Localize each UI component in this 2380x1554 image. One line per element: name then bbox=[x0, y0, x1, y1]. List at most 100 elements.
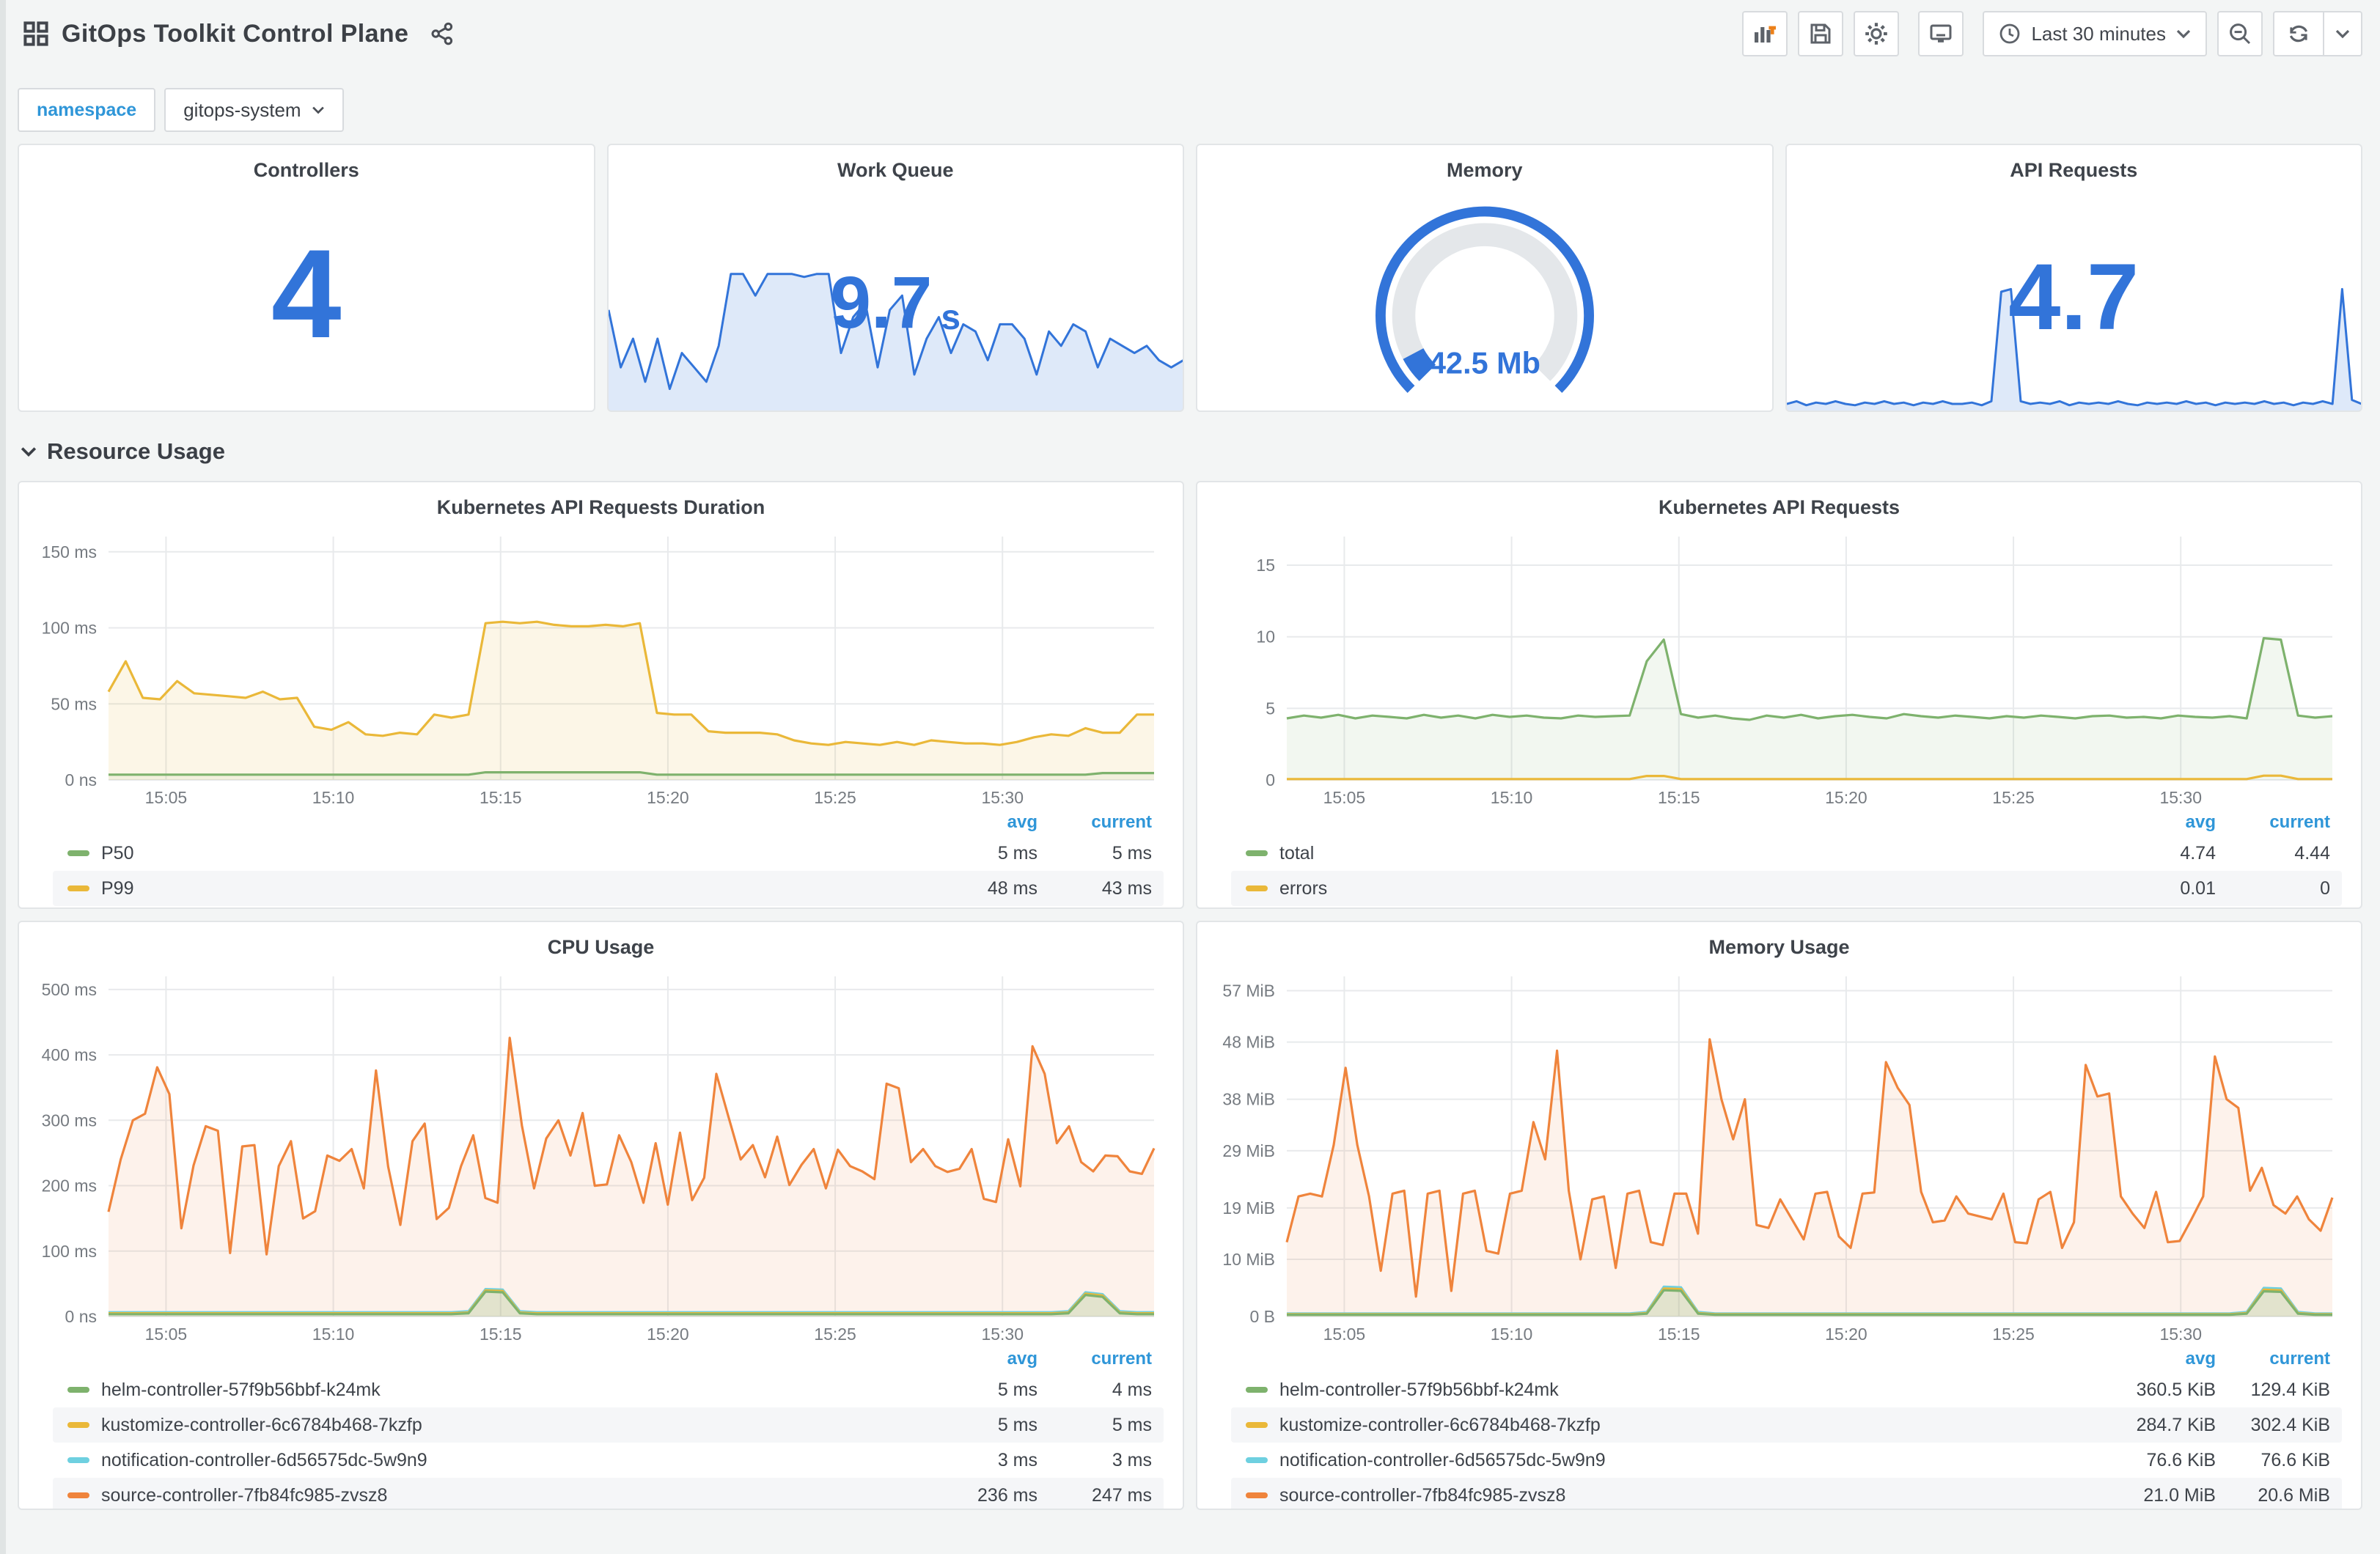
panel-title[interactable]: API Requests bbox=[1787, 145, 2362, 185]
k8s-api-requests-chart[interactable]: 15 10 5 0 15:05 15:10 15:15 15:20 15:25 15:30 bbox=[1216, 522, 2342, 809]
svg-text:15: 15 bbox=[1256, 556, 1275, 575]
section-title: Resource Usage bbox=[47, 438, 225, 464]
share-icon[interactable] bbox=[430, 22, 454, 45]
panel-title[interactable]: Work Queue bbox=[609, 145, 1183, 185]
series-current-value: 4.44 bbox=[2294, 842, 2330, 863]
legend-row: P50 5 ms 5 ms bbox=[53, 836, 1164, 871]
window-edge bbox=[0, 0, 6, 1554]
legend-sort-avg[interactable]: avg bbox=[2090, 812, 2216, 833]
series-toggle[interactable]: kustomize-controller-6c6784b468-7kzfp bbox=[101, 1415, 911, 1436]
series-avg-value: 5 ms bbox=[997, 842, 1037, 863]
series-toggle[interactable]: notification-controller-6d56575dc-5w9n9 bbox=[101, 1450, 911, 1471]
series-avg-value: 0.01 bbox=[2180, 877, 2216, 899]
series-toggle[interactable]: helm-controller-57f9b56bbf-k24mk bbox=[101, 1380, 911, 1401]
panel-k8s-api-requests: Kubernetes API Requests 15 10 5 0 15:05 15:10… bbox=[1196, 481, 2362, 909]
legend-row: helm-controller-57f9b56bbf-k24mk 360.5 Ki… bbox=[1231, 1372, 2342, 1407]
svg-text:15:15: 15:15 bbox=[1658, 1325, 1700, 1344]
cpu-usage-chart[interactable]: 500 ms 400 ms 300 ms 200 ms 100 ms 0 ns 15:05 1… bbox=[38, 962, 1164, 1346]
series-toggle[interactable]: total bbox=[1279, 843, 2090, 864]
series-toggle[interactable]: P50 bbox=[101, 843, 911, 864]
legend-sort-current[interactable]: current bbox=[2216, 1349, 2330, 1369]
series-avg-value: 4.74 bbox=[2180, 842, 2216, 863]
panel-title[interactable]: Kubernetes API Requests Duration bbox=[38, 482, 1164, 522]
refresh-control bbox=[2273, 11, 2362, 56]
controllers-value: 4 bbox=[271, 224, 342, 364]
legend-row: helm-controller-57f9b56bbf-k24mk 5 ms 4 ms bbox=[53, 1372, 1164, 1407]
legend-sort-current[interactable]: current bbox=[1037, 812, 1152, 833]
refresh-interval-dropdown[interactable] bbox=[2324, 12, 2361, 55]
series-current-value: 5 ms bbox=[1112, 842, 1152, 863]
panel-title[interactable]: Kubernetes API Requests bbox=[1216, 482, 2342, 522]
panel-title[interactable]: Controllers bbox=[19, 145, 594, 185]
svg-text:15:15: 15:15 bbox=[480, 1325, 522, 1344]
series-toggle[interactable]: source-controller-7fb84fc985-zvsz8 bbox=[1279, 1485, 2090, 1506]
page-title: GitOps Toolkit Control Plane bbox=[62, 19, 409, 48]
svg-text:10: 10 bbox=[1256, 627, 1275, 647]
dashboard-header: GitOps Toolkit Control Plane Last 30 min… bbox=[0, 0, 2380, 67]
series-color-dash-icon bbox=[67, 885, 89, 891]
save-button[interactable] bbox=[1798, 11, 1844, 56]
stat-row: Controllers 4 Work Queue 9.7 s Memory 42… bbox=[18, 144, 2362, 412]
series-current-value: 129.4 KiB bbox=[2250, 1379, 2330, 1400]
panel-title[interactable]: Memory bbox=[1197, 145, 1772, 185]
series-color-dash-icon bbox=[67, 1457, 89, 1463]
svg-text:300 ms: 300 ms bbox=[42, 1111, 97, 1130]
svg-text:15:10: 15:10 bbox=[312, 788, 355, 807]
svg-text:15:30: 15:30 bbox=[981, 1325, 1024, 1344]
series-current-value: 43 ms bbox=[1101, 877, 1152, 899]
work-queue-value: 9.7 bbox=[830, 261, 933, 344]
legend-header: avg current bbox=[1231, 1346, 2342, 1372]
svg-text:15:30: 15:30 bbox=[981, 788, 1024, 807]
refresh-button[interactable] bbox=[2274, 12, 2324, 55]
series-current-value: 0 bbox=[2320, 877, 2330, 899]
memory-gauge[interactable]: 42.5 Mb bbox=[1197, 145, 1772, 410]
svg-text:38 MiB: 38 MiB bbox=[1222, 1090, 1275, 1109]
svg-text:15:15: 15:15 bbox=[480, 788, 522, 807]
series-toggle[interactable]: P99 bbox=[101, 878, 911, 899]
variable-value-dropdown[interactable]: gitops-system bbox=[164, 88, 344, 132]
legend-sort-current[interactable]: current bbox=[2216, 812, 2330, 833]
svg-text:15:05: 15:05 bbox=[145, 788, 188, 807]
section-resource-usage[interactable]: Resource Usage bbox=[21, 435, 2362, 468]
add-panel-button[interactable] bbox=[1742, 11, 1788, 56]
settings-button[interactable] bbox=[1854, 11, 1900, 56]
legend-sort-avg[interactable]: avg bbox=[2090, 1349, 2216, 1369]
series-toggle[interactable]: helm-controller-57f9b56bbf-k24mk bbox=[1279, 1380, 2090, 1401]
series-avg-value: 21.0 MiB bbox=[2143, 1484, 2216, 1506]
svg-text:100 ms: 100 ms bbox=[42, 1242, 97, 1261]
series-toggle[interactable]: notification-controller-6d56575dc-5w9n9 bbox=[1279, 1450, 2090, 1471]
memory-usage-chart[interactable]: 57 MiB 48 MiB 38 MiB 29 MiB 19 MiB 10 MiB 0 B 1… bbox=[1216, 962, 2342, 1346]
series-color-dash-icon bbox=[1246, 1457, 1268, 1463]
series-avg-value: 48 ms bbox=[987, 877, 1037, 899]
series-color-dash-icon bbox=[67, 1387, 89, 1393]
panel-title[interactable]: CPU Usage bbox=[38, 922, 1164, 962]
chart-legend: avg current total 4.74 4.44 errors 0.01 0 bbox=[1231, 809, 2342, 906]
legend-sort-avg[interactable]: avg bbox=[911, 812, 1037, 833]
legend-row: kustomize-controller-6c6784b468-7kzfp 284… bbox=[1231, 1407, 2342, 1443]
series-toggle[interactable]: kustomize-controller-6c6784b468-7kzfp bbox=[1279, 1415, 2090, 1436]
legend-header: avg current bbox=[53, 1346, 1164, 1372]
svg-text:15:25: 15:25 bbox=[1992, 1325, 2035, 1344]
zoom-out-button[interactable] bbox=[2217, 11, 2263, 56]
series-toggle[interactable]: errors bbox=[1279, 878, 2090, 899]
k8s-api-duration-chart[interactable]: 150 ms 100 ms 50 ms 0 ns 15:05 15:10 15:15 15:2… bbox=[38, 522, 1164, 809]
panel-title[interactable]: Memory Usage bbox=[1216, 922, 2342, 962]
svg-text:400 ms: 400 ms bbox=[42, 1045, 97, 1064]
svg-text:15:05: 15:05 bbox=[1323, 788, 1366, 807]
series-current-value: 20.6 MiB bbox=[2258, 1484, 2330, 1506]
legend-row: notification-controller-6d56575dc-5w9n9 7… bbox=[1231, 1443, 2342, 1478]
legend-sort-avg[interactable]: avg bbox=[911, 1349, 1037, 1369]
series-current-value: 4 ms bbox=[1112, 1379, 1152, 1400]
legend-row: kustomize-controller-6c6784b468-7kzfp 5 m… bbox=[53, 1407, 1164, 1443]
template-variables-row: namespace gitops-system bbox=[18, 88, 2362, 132]
series-toggle[interactable]: source-controller-7fb84fc985-zvsz8 bbox=[101, 1485, 911, 1506]
svg-text:15:05: 15:05 bbox=[1323, 1325, 1366, 1344]
legend-sort-current[interactable]: current bbox=[1037, 1349, 1152, 1369]
panel-cpu-usage: CPU Usage 500 ms 400 ms 300 ms 200 ms 100 ms… bbox=[18, 921, 1184, 1510]
panel-controllers: Controllers 4 bbox=[18, 144, 595, 412]
svg-text:15:15: 15:15 bbox=[1658, 788, 1700, 807]
chart-row-1: Kubernetes API Requests Duration 150 ms 1… bbox=[18, 481, 2362, 909]
chart-legend: avg current helm-controller-57f9b56bbf-k24… bbox=[53, 1346, 1164, 1509]
time-range-picker[interactable]: Last 30 minutes bbox=[1983, 11, 2207, 56]
cycle-view-mode-button[interactable] bbox=[1918, 11, 1964, 56]
